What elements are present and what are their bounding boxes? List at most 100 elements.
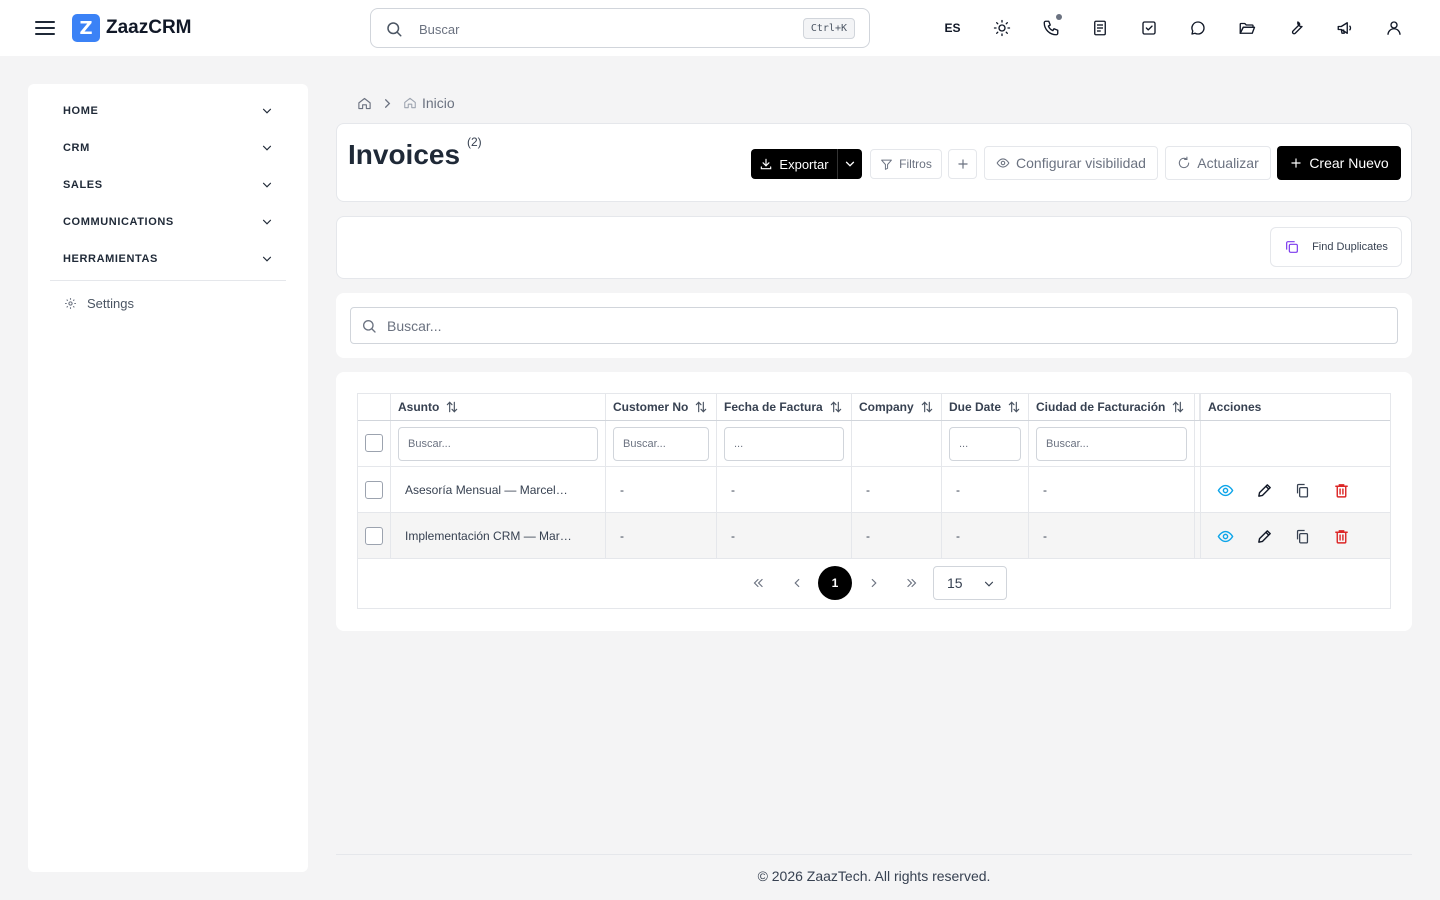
global-search-box[interactable]: Ctrl+K — [370, 8, 870, 48]
current-page-button[interactable]: 1 — [818, 566, 852, 600]
last-page-button[interactable] — [895, 566, 929, 600]
breadcrumb: Inicio — [357, 93, 455, 113]
view-button[interactable] — [1215, 480, 1235, 500]
filters-label: Filtros — [899, 157, 932, 171]
sidebar-item-sales[interactable]: SALES — [50, 170, 286, 200]
filters-button[interactable]: Filtros — [870, 149, 942, 179]
sidebar-item-crm[interactable]: CRM — [50, 133, 286, 163]
column-header-company[interactable]: Company — [852, 394, 942, 420]
sort-icon[interactable] — [1171, 400, 1185, 414]
filter-invoice-date-input[interactable] — [724, 427, 844, 461]
export-button[interactable]: Exportar — [751, 149, 837, 179]
top-icon-bar: ES — [928, 8, 1418, 48]
breadcrumb-label: Inicio — [422, 95, 455, 111]
page-size-select[interactable]: 15 — [933, 566, 1007, 600]
column-header-due-date[interactable]: Due Date — [942, 394, 1029, 420]
sidebar-item-herramientas[interactable]: HERRAMIENTAS — [50, 244, 286, 274]
table-row[interactable]: Implementación CRM — Mar… - - - - - — [358, 513, 1390, 559]
language-switch[interactable]: ES — [928, 8, 977, 48]
sort-icon[interactable] — [694, 400, 708, 414]
create-new-button[interactable]: Crear Nuevo — [1277, 146, 1401, 180]
column-header-subject[interactable]: Asunto — [391, 394, 606, 420]
configure-visibility-button[interactable]: Configurar visibilidad — [984, 146, 1158, 180]
sidebar-item-label: CRM — [63, 142, 90, 154]
filter-cell — [942, 421, 1029, 466]
edit-button[interactable] — [1254, 480, 1274, 500]
table-row[interactable]: Asesoría Mensual — Marcel… - - - - - — [358, 467, 1390, 513]
chat-icon — [1190, 21, 1205, 35]
filter-customer-no-input[interactable] — [613, 427, 709, 461]
table-search-input[interactable] — [387, 316, 1367, 336]
chevron-left-icon — [794, 578, 800, 588]
edit-button[interactable] — [1254, 526, 1274, 546]
row-checkbox[interactable] — [365, 527, 383, 545]
column-header-customer-no[interactable]: Customer No — [606, 394, 717, 420]
copy-icon — [1296, 529, 1308, 544]
global-search-input[interactable] — [419, 19, 779, 39]
sidebar-item-settings[interactable]: Settings — [50, 288, 286, 318]
delete-button[interactable] — [1331, 526, 1351, 546]
chevrons-right-icon — [907, 578, 917, 588]
tasks-button[interactable] — [1124, 8, 1173, 48]
sort-icon[interactable] — [1007, 400, 1021, 414]
theme-toggle-button[interactable] — [977, 8, 1026, 48]
filter-billing-city-input[interactable] — [1036, 427, 1187, 461]
sidebar-item-home[interactable]: HOME — [50, 96, 286, 126]
chat-button[interactable] — [1173, 8, 1222, 48]
folder-icon — [1239, 22, 1255, 34]
tools-button[interactable] — [1271, 8, 1320, 48]
sort-icon[interactable] — [920, 400, 934, 414]
cell-text: - — [956, 483, 960, 497]
row-checkbox[interactable] — [365, 481, 383, 499]
refresh-icon — [1179, 156, 1190, 169]
announcements-button[interactable] — [1320, 8, 1369, 48]
chevron-down-icon — [262, 219, 272, 225]
megaphone-icon — [1337, 22, 1351, 34]
delete-button[interactable] — [1331, 480, 1351, 500]
find-duplicates-button[interactable]: Find Duplicates — [1270, 227, 1402, 267]
duplicate-button[interactable] — [1292, 480, 1312, 500]
next-page-button[interactable] — [857, 566, 891, 600]
view-button[interactable] — [1215, 526, 1235, 546]
app-logo[interactable]: Z ZaazCRM — [72, 14, 192, 42]
add-filter-button[interactable] — [948, 149, 977, 179]
refresh-button[interactable]: Actualizar — [1165, 146, 1271, 180]
download-icon — [761, 158, 772, 170]
chevron-right-icon — [385, 98, 391, 108]
cell-text: Asesoría Mensual — Marcel… — [405, 483, 568, 497]
user-profile-button[interactable] — [1369, 8, 1418, 48]
sidebar: HOME CRM SALES COMMUNICATIONS HERRAMIENT… — [28, 84, 308, 872]
cell-due-date: - — [942, 467, 1029, 513]
duplicate-button[interactable] — [1292, 526, 1312, 546]
sort-icon[interactable] — [445, 400, 459, 414]
filter-due-date-input[interactable] — [949, 427, 1021, 461]
filter-subject-input[interactable] — [398, 427, 598, 461]
select-all-checkbox[interactable] — [365, 434, 383, 452]
cell-subject[interactable]: Asesoría Mensual — Marcel… — [391, 467, 606, 513]
gear-icon — [65, 297, 76, 309]
footer-divider — [336, 854, 1412, 855]
sort-icon[interactable] — [829, 400, 843, 414]
phone-button[interactable] — [1026, 8, 1075, 48]
table-filter-row — [358, 421, 1390, 467]
top-bar: Z ZaazCRM Ctrl+K ES — [0, 0, 1440, 56]
notes-button[interactable] — [1075, 8, 1124, 48]
column-header-invoice-date[interactable]: Fecha de Factura — [717, 394, 852, 420]
duplicates-card: Find Duplicates — [336, 216, 1412, 279]
cell-text: Implementación CRM — Mar… — [405, 529, 572, 543]
documents-button[interactable] — [1222, 8, 1271, 48]
sidebar-item-communications[interactable]: COMMUNICATIONS — [50, 207, 286, 237]
previous-page-button[interactable] — [780, 566, 814, 600]
breadcrumb-current[interactable]: Inicio — [403, 95, 455, 111]
table-search-box[interactable] — [350, 307, 1398, 344]
menu-hamburger-icon[interactable] — [34, 17, 56, 39]
first-page-button[interactable] — [741, 566, 775, 600]
filter-cell-empty — [1200, 421, 1390, 466]
export-dropdown-button[interactable] — [837, 149, 862, 179]
column-header-billing-city[interactable]: Ciudad de Facturación — [1029, 394, 1195, 420]
cell-subject[interactable]: Implementación CRM — Mar… — [391, 513, 606, 559]
create-new-label: Crear Nuevo — [1309, 155, 1389, 171]
select-column-header — [358, 394, 391, 420]
home-icon[interactable] — [357, 96, 372, 111]
trash-icon — [1334, 529, 1348, 544]
